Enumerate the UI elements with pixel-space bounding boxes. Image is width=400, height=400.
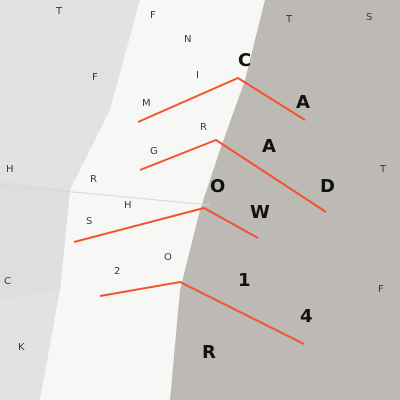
letter-i-pale: I bbox=[196, 70, 199, 81]
letter-g-pale: G bbox=[150, 146, 158, 157]
letter-n-pale: N bbox=[184, 34, 191, 45]
letter-w-bold: W bbox=[250, 202, 270, 223]
letter-t-right: T bbox=[285, 14, 293, 25]
letter-c-left: C bbox=[4, 276, 11, 287]
letter-r-pale-2: R bbox=[90, 174, 97, 185]
letter-k-left: K bbox=[18, 342, 25, 353]
letter-h-left: H bbox=[6, 164, 14, 175]
letter-r-bold: R bbox=[202, 342, 216, 363]
letter-c-bold: C bbox=[238, 50, 251, 71]
letter-t-top: T bbox=[55, 6, 63, 17]
letter-h-pale: H bbox=[124, 200, 132, 211]
letter-t-far-right: T bbox=[379, 164, 387, 175]
digit-4-bold: 4 bbox=[300, 306, 313, 327]
letter-s-pale: S bbox=[86, 216, 92, 227]
letter-r-pale: R bbox=[200, 122, 207, 133]
letter-f-left: F bbox=[92, 72, 98, 83]
letter-a-bold: A bbox=[296, 92, 310, 113]
letter-o-bold: O bbox=[210, 176, 225, 197]
letter-f-right: F bbox=[378, 284, 384, 295]
letter-d-bold: D bbox=[320, 176, 335, 197]
folded-poster: T F T S N F I M R G H R T S H 2 O F C K … bbox=[0, 0, 400, 400]
letter-s-right: S bbox=[366, 12, 372, 23]
letter-f-pale: F bbox=[150, 10, 156, 21]
digit-1-bold: 1 bbox=[238, 270, 251, 291]
digit-2-pale: 2 bbox=[114, 266, 120, 277]
poster-photo: T F T S N F I M R G H R T S H 2 O F C K … bbox=[0, 0, 400, 400]
letter-m-pale: M bbox=[142, 98, 151, 109]
letter-a-bold-2: A bbox=[262, 136, 276, 157]
letter-o-pale: O bbox=[164, 252, 172, 263]
